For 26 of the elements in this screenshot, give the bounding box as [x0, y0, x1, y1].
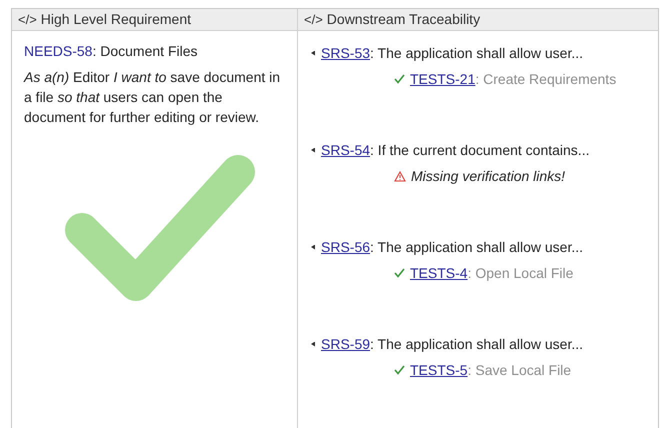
- user-story: As a(n) Editor I want to save document in a file so that users can open the document for further editing or review.: [24, 68, 282, 127]
- test-title: : Save Local File: [468, 362, 572, 378]
- requirement-link[interactable]: SRS-53: [321, 43, 370, 63]
- test-link[interactable]: TESTS-5: [410, 362, 468, 378]
- requirement-summary: : If the current document contains...: [370, 141, 590, 160]
- requirement-summary: : The application shall allow user...: [370, 238, 584, 257]
- code-icon: </>: [304, 10, 323, 30]
- test-link[interactable]: TESTS-21: [410, 71, 476, 87]
- code-icon: </>: [18, 10, 37, 30]
- check-icon: [394, 268, 405, 278]
- requirement-link[interactable]: SRS-59: [321, 334, 370, 354]
- warning-icon: [394, 170, 406, 182]
- requirement-id: NEEDS-58: [24, 43, 92, 59]
- check-icon: [394, 365, 405, 375]
- test-title: : Create Requirements: [475, 71, 616, 87]
- requirement-summary: : The application shall allow user...: [370, 335, 584, 354]
- requirement-link[interactable]: SRS-56: [321, 237, 370, 257]
- test-title: : Open Local File: [468, 265, 574, 281]
- warning-message: Missing verification links!: [411, 167, 566, 186]
- column-header: High Level Requirement: [40, 10, 191, 29]
- test-link[interactable]: TESTS-4: [410, 265, 468, 281]
- requirement-link[interactable]: SRS-54: [321, 140, 370, 160]
- requirement-title: : Document Files: [92, 43, 198, 59]
- column-header: Downstream Traceability: [326, 10, 480, 29]
- requirement-summary: : The application shall allow user...: [370, 44, 584, 63]
- check-icon: [394, 74, 405, 84]
